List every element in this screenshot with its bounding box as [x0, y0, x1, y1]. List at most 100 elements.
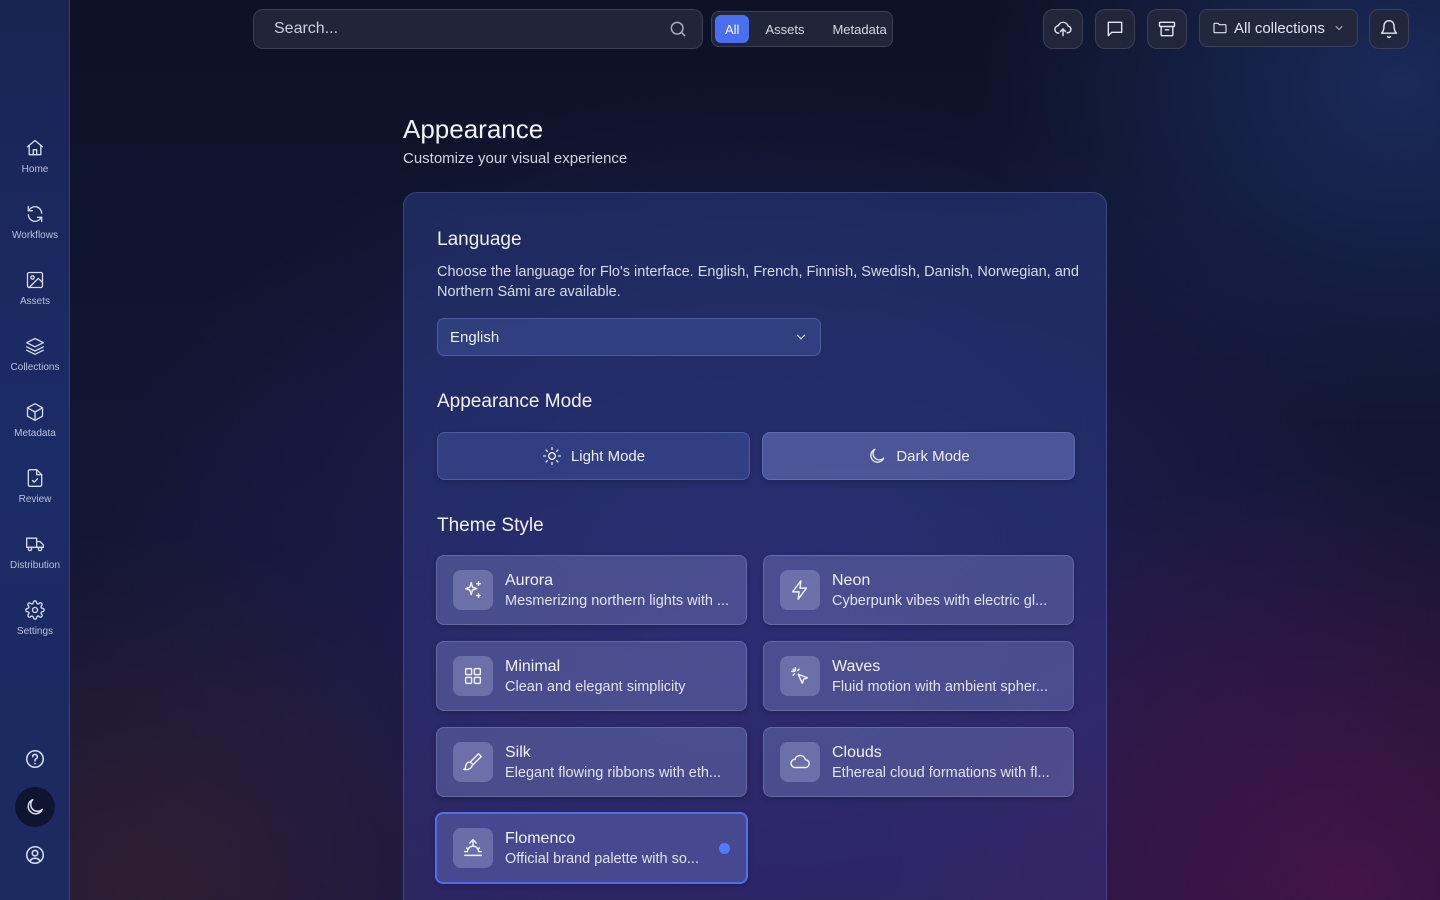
search-filter: All Assets Metadata [711, 11, 893, 47]
theme-icon-box [453, 656, 493, 696]
archive-icon [1158, 21, 1176, 37]
theme-icon-box [780, 656, 820, 696]
sidebar-item-assets[interactable]: Assets [0, 258, 70, 318]
filter-metadata[interactable]: Metadata [820, 15, 898, 43]
page-subtitle: Customize your visual experience [403, 150, 628, 167]
cloud-upload-icon [1054, 21, 1072, 37]
moon-icon [870, 448, 885, 463]
collections-label: All collections [1234, 19, 1325, 37]
folder-icon [1213, 22, 1227, 34]
theme-option-clouds[interactable]: Clouds Ethereal cloud formations with fl… [763, 727, 1074, 797]
sidebar-item-label: Assets [19, 295, 50, 307]
appearance-mode-title: Appearance Mode [437, 391, 593, 412]
theme-icon-box [453, 570, 493, 610]
sidebar-item-workflows[interactable]: Workflows [0, 192, 70, 252]
sidebar-item-label: Home [21, 163, 49, 175]
refresh-icon [27, 205, 43, 222]
theme-icon-box [780, 742, 820, 782]
notifications-button[interactable] [1369, 9, 1409, 49]
help-button[interactable] [15, 739, 55, 779]
theme-option-minimal[interactable]: Minimal Clean and elegant simplicity [436, 641, 747, 711]
sun-icon [542, 447, 561, 465]
sidebar-item-home[interactable]: Home [0, 126, 70, 186]
filter-all[interactable]: All [715, 15, 750, 43]
chevron-down-icon [796, 334, 806, 340]
moon-icon [27, 798, 44, 815]
messages-button[interactable] [1095, 9, 1135, 49]
sidebar-item-label: Workflows [12, 229, 58, 241]
profile-button[interactable] [15, 835, 55, 875]
theme-style-title: Theme Style [437, 515, 544, 536]
theme-name: Minimal [505, 657, 561, 675]
sunrise-icon [464, 839, 482, 857]
filter-assets[interactable]: Assets [753, 15, 816, 43]
dark-mode-label: Dark Mode [896, 447, 970, 465]
help-icon [25, 749, 45, 769]
search-bar[interactable] [253, 9, 703, 49]
layers-icon [26, 337, 44, 355]
light-mode-button[interactable]: Light Mode [437, 432, 750, 480]
theme-description: Clean and elegant simplicity [505, 678, 686, 695]
theme-icon-box [780, 570, 820, 610]
message-square-icon [1107, 21, 1123, 37]
archive-button[interactable] [1147, 9, 1187, 49]
upload-button[interactable] [1043, 9, 1083, 49]
theme-name: Silk [505, 743, 531, 761]
truck-icon [26, 537, 44, 551]
theme-name: Clouds [832, 743, 882, 761]
appearance-card: Language Choose the language for Flo's i… [403, 192, 1107, 900]
cloud-icon [790, 754, 810, 769]
page-title: Appearance [403, 114, 544, 144]
bell-icon [1380, 20, 1398, 39]
theme-description: Cyberpunk vibes with electric gl... [832, 592, 1048, 609]
cursor-click-icon [791, 667, 809, 685]
selected-indicator [719, 842, 730, 854]
theme-name: Neon [832, 571, 871, 589]
grid-icon [464, 667, 482, 685]
gear-icon [25, 599, 45, 620]
search-input[interactable] [274, 20, 668, 38]
lightning-icon [791, 580, 808, 600]
language-description: Choose the language for Flo's interface.… [437, 264, 1079, 300]
sparkles-icon [464, 581, 482, 599]
theme-option-aurora[interactable]: Aurora Mesmerizing northern lights with … [436, 555, 747, 625]
theme-description: Mesmerizing northern lights with ... [505, 592, 730, 609]
theme-icon-box [453, 742, 493, 782]
sidebar-item-collections[interactable]: Collections [0, 324, 70, 384]
theme-description: Elegant flowing ribbons with eth... [505, 764, 722, 781]
home-icon [26, 139, 44, 155]
theme-name: Waves [832, 657, 881, 675]
cube-icon [26, 402, 44, 421]
language-select[interactable]: English [437, 318, 821, 356]
collections-dropdown[interactable]: All collections [1199, 9, 1358, 47]
sidebar-item-settings[interactable]: Settings [0, 588, 70, 648]
theme-option-waves[interactable]: Waves Fluid motion with ambient spher... [763, 641, 1074, 711]
light-mode-label: Light Mode [570, 447, 646, 465]
language-title: Language [437, 229, 522, 250]
brush-icon [463, 753, 482, 771]
sidebar-item-metadata[interactable]: Metadata [0, 390, 70, 450]
image-icon [26, 271, 44, 288]
theme-description: Ethereal cloud formations with fl... [832, 764, 1050, 781]
theme-option-silk[interactable]: Silk Elegant flowing ribbons with eth... [436, 727, 747, 797]
sidebar-item-label: Review [18, 493, 52, 505]
theme-option-neon[interactable]: Neon Cyberpunk vibes with electric gl... [763, 555, 1074, 625]
user-circle-icon [25, 845, 45, 865]
sidebar-item-label: Metadata [14, 427, 56, 439]
theme-toggle-button[interactable] [15, 787, 55, 827]
theme-description: Fluid motion with ambient spher... [832, 678, 1048, 695]
sidebar-item-label: Distribution [9, 559, 61, 571]
theme-name: Aurora [505, 571, 554, 589]
language-value: English [450, 328, 500, 346]
search-icon[interactable] [668, 19, 688, 39]
sidebar-item-distribution[interactable]: Distribution [0, 522, 70, 582]
theme-name: Flomenco [505, 829, 576, 847]
sidebar-item-label: Settings [16, 625, 54, 637]
theme-option-flomenco[interactable]: Flomenco Official brand palette with so.… [435, 812, 748, 884]
theme-icon-box [453, 828, 493, 868]
sidebar-item-label: Collections [10, 361, 60, 373]
sidebar-item-review[interactable]: Review [0, 456, 70, 516]
chevron-down-icon [1335, 26, 1343, 30]
dark-mode-button[interactable]: Dark Mode [762, 432, 1075, 480]
file-check-icon [27, 468, 43, 487]
